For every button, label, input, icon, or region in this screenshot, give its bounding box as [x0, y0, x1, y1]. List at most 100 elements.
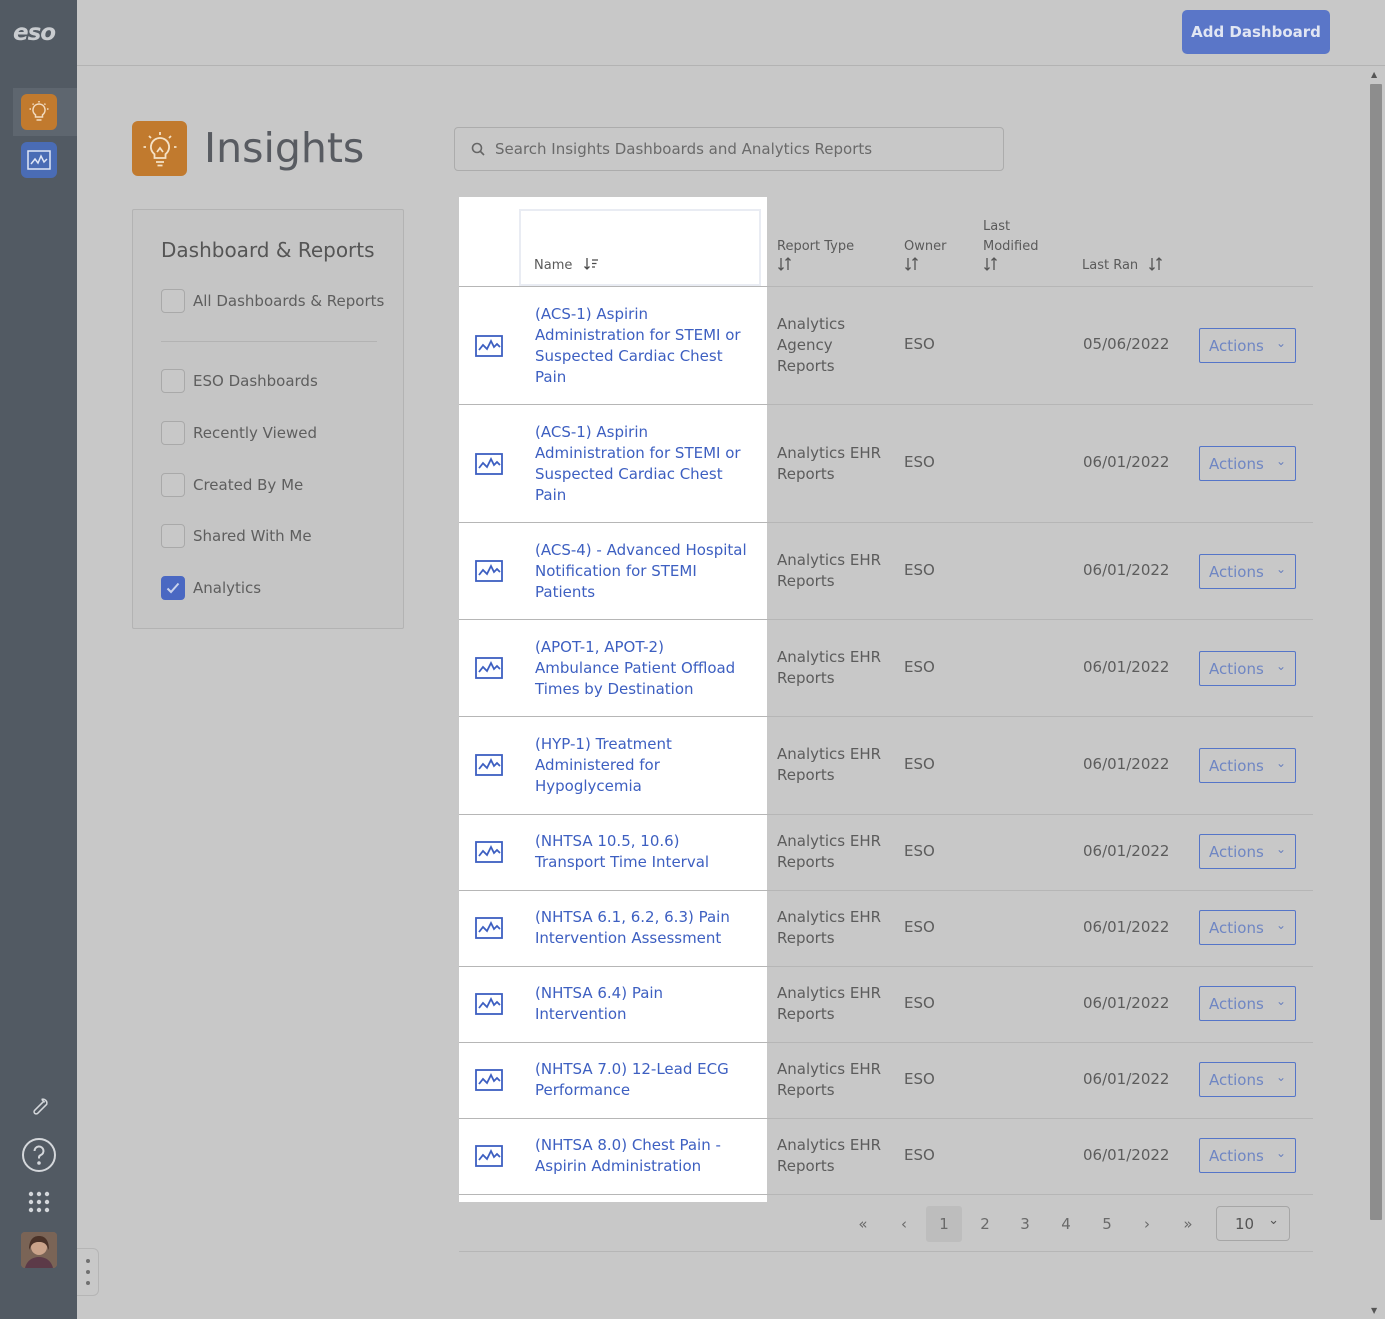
column-header-last-ran[interactable]: Last Ran	[1082, 256, 1164, 276]
analytics-report-icon	[475, 917, 503, 939]
analytics-app-icon[interactable]	[21, 142, 57, 178]
filter-analytics[interactable]: Analytics	[161, 576, 261, 600]
filter-label: Shared With Me	[193, 527, 312, 545]
report-type: Analytics EHR Reports	[777, 908, 882, 947]
checkbox[interactable]	[161, 473, 185, 497]
actions-dropdown[interactable]: Actions ⌄	[1199, 910, 1296, 945]
actions-dropdown[interactable]: Actions ⌄	[1199, 748, 1296, 783]
column-header-name[interactable]: Name	[534, 256, 599, 276]
actions-label: Actions	[1209, 918, 1264, 937]
page-scrollbar[interactable]: ▲ ▼	[1367, 66, 1385, 1319]
actions-dropdown[interactable]: Actions ⌄	[1199, 446, 1296, 481]
page-button-current[interactable]: 1	[926, 1206, 962, 1242]
checkbox-checked[interactable]	[161, 576, 185, 600]
scroll-down-arrow-icon[interactable]: ▼	[1371, 1306, 1377, 1315]
actions-dropdown[interactable]: Actions ⌄	[1199, 554, 1296, 589]
checkbox[interactable]	[161, 421, 185, 445]
report-name-link[interactable]: (NHTSA 10.5, 10.6) Transport Time Interv…	[535, 831, 750, 873]
eso-logo[interactable]: eso	[13, 20, 56, 46]
actions-label: Actions	[1209, 756, 1264, 775]
user-avatar[interactable]	[21, 1232, 57, 1268]
page-button[interactable]: 3	[1007, 1206, 1043, 1242]
prev-page-button[interactable]: ‹	[886, 1206, 922, 1242]
report-type: Analytics EHR Reports	[777, 984, 882, 1023]
actions-dropdown[interactable]: Actions ⌄	[1199, 1062, 1296, 1097]
filter-divider	[161, 341, 377, 342]
left-rail: eso	[0, 0, 77, 1319]
page-button[interactable]: 4	[1048, 1206, 1084, 1242]
report-last-ran: 06/01/2022	[1083, 561, 1170, 579]
actions-dropdown[interactable]: Actions ⌄	[1199, 986, 1296, 1021]
actions-dropdown[interactable]: Actions ⌄	[1199, 834, 1296, 869]
filter-label: All Dashboards & Reports	[193, 292, 385, 310]
last-page-button[interactable]: »	[1170, 1206, 1206, 1242]
scrollbar-thumb[interactable]	[1370, 84, 1382, 1220]
report-type: Analytics Agency Reports	[777, 315, 846, 375]
chevron-down-icon: ⌄	[1275, 842, 1286, 856]
column-header-report-type[interactable]: Report Type	[777, 237, 854, 278]
actions-label: Actions	[1209, 1070, 1264, 1089]
first-page-button[interactable]: «	[845, 1206, 881, 1242]
report-last-ran: 06/01/2022	[1083, 918, 1170, 936]
filter-all-dashboards[interactable]: All Dashboards & Reports	[161, 289, 384, 313]
help-icon[interactable]	[20, 1136, 58, 1174]
report-name-link[interactable]: (NHTSA 6.1, 6.2, 6.3) Pain Intervention …	[535, 907, 750, 949]
chevron-down-icon: ⌄	[1268, 1213, 1279, 1228]
column-label: Last	[983, 219, 1011, 234]
report-name-link[interactable]: (ACS-1) Aspirin Administration for STEMI…	[535, 304, 750, 388]
chevron-down-icon: ⌄	[1275, 454, 1286, 468]
column-label: Report Type	[777, 239, 855, 254]
analytics-report-icon	[475, 335, 503, 357]
table-row: (NHTSA 6.4) Pain Intervention Analytics …	[459, 967, 1313, 1043]
drawer-handle[interactable]	[77, 1248, 99, 1296]
filter-created-by-me[interactable]: Created By Me	[161, 473, 303, 497]
checkbox[interactable]	[161, 524, 185, 548]
page-button[interactable]: 5	[1089, 1206, 1125, 1242]
report-name-link[interactable]: (HYP-1) Treatment Administered for Hypog…	[535, 734, 750, 797]
checkbox[interactable]	[161, 289, 185, 313]
column-header-owner[interactable]: Owner	[904, 237, 946, 278]
analytics-report-icon	[475, 453, 503, 475]
filter-shared-with-me[interactable]: Shared With Me	[161, 524, 312, 548]
checkmark-icon	[166, 582, 180, 594]
filter-eso-dashboards[interactable]: ESO Dashboards	[161, 369, 318, 393]
search-box[interactable]	[454, 127, 1004, 171]
report-name-link[interactable]: (NHTSA 6.4) Pain Intervention	[535, 983, 750, 1025]
checkbox[interactable]	[161, 369, 185, 393]
wrench-icon[interactable]	[20, 1086, 58, 1124]
report-name-link[interactable]: (ACS-4) - Advanced Hospital Notification…	[535, 540, 750, 603]
report-name-link[interactable]: (NHTSA 8.0) Chest Pain - Aspirin Adminis…	[535, 1135, 750, 1177]
next-page-button[interactable]: ›	[1129, 1206, 1165, 1242]
sort-icon[interactable]	[904, 257, 920, 271]
report-name-link[interactable]: (NHTSA 7.0) 12-Lead ECG Performance	[535, 1059, 750, 1101]
sort-ascending-icon[interactable]	[583, 257, 599, 271]
report-owner: ESO	[904, 561, 935, 579]
column-label: Modified	[983, 239, 1039, 254]
report-last-ran: 06/01/2022	[1083, 1146, 1170, 1164]
sort-icon[interactable]	[983, 257, 999, 271]
actions-label: Actions	[1209, 562, 1264, 581]
page-button[interactable]: 2	[967, 1206, 1003, 1242]
page-size-value: 10	[1235, 1214, 1255, 1233]
table-row: (ACS-1) Aspirin Administration for STEMI…	[459, 405, 1313, 523]
report-name-link[interactable]: (ACS-1) Aspirin Administration for STEMI…	[535, 422, 750, 506]
actions-dropdown[interactable]: Actions ⌄	[1199, 328, 1296, 363]
sort-icon[interactable]	[777, 257, 793, 271]
actions-label: Actions	[1209, 1146, 1264, 1165]
scroll-up-arrow-icon[interactable]: ▲	[1371, 70, 1377, 79]
table-row: (NHTSA 7.0) 12-Lead ECG Performance Anal…	[459, 1043, 1313, 1119]
insights-app-icon[interactable]	[21, 94, 57, 130]
add-dashboard-button[interactable]: Add Dashboard	[1182, 10, 1330, 54]
table-row: (ACS-4) - Advanced Hospital Notification…	[459, 523, 1313, 620]
actions-dropdown[interactable]: Actions ⌄	[1199, 1138, 1296, 1173]
search-input[interactable]	[495, 140, 995, 158]
report-name-link[interactable]: (APOT-1, APOT-2) Ambulance Patient Offlo…	[535, 637, 750, 700]
page-size-select[interactable]: 10 ⌄	[1216, 1206, 1290, 1241]
actions-dropdown[interactable]: Actions ⌄	[1199, 651, 1296, 686]
sort-icon[interactable]	[1148, 257, 1164, 271]
chevron-down-icon: ⌄	[1275, 336, 1286, 350]
apps-grid-icon[interactable]	[20, 1183, 58, 1221]
filter-recently-viewed[interactable]: Recently Viewed	[161, 421, 317, 445]
column-header-last-modified[interactable]: Last Modified	[983, 217, 1038, 278]
report-owner: ESO	[904, 994, 935, 1012]
